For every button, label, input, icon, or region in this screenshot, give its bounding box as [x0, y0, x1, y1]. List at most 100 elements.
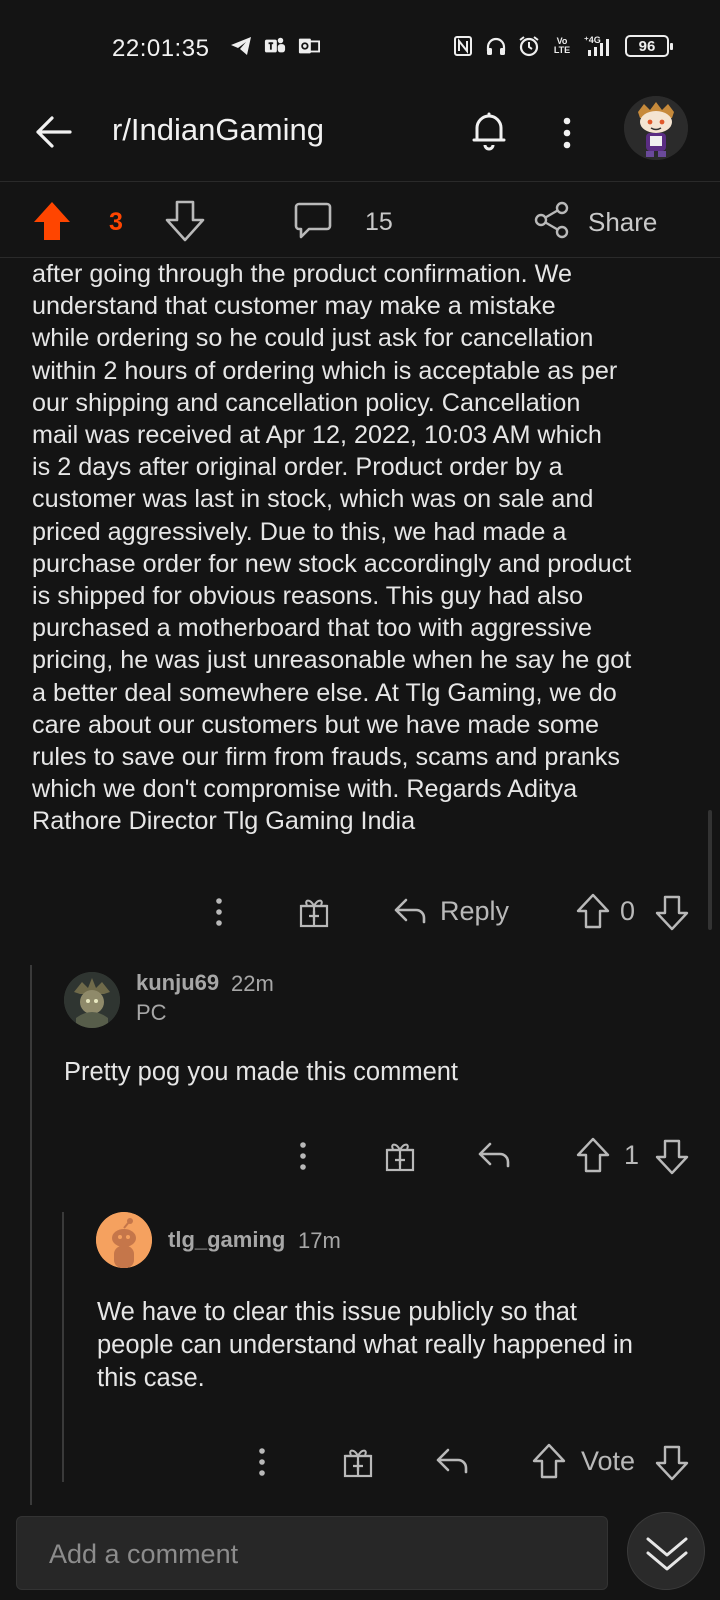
back-arrow-icon	[36, 116, 72, 148]
post-downvote-button[interactable]	[165, 200, 205, 242]
reply-arrow-icon	[478, 1142, 510, 1168]
reply-time: 22m	[231, 971, 274, 996]
reply-time: 17m	[298, 1228, 341, 1253]
comment-line: purchase order for new stock accordingly…	[32, 549, 632, 578]
gift-icon	[343, 1449, 373, 1478]
downvote-icon	[655, 1445, 689, 1481]
comment-line: which we don't compromise with. Regards …	[32, 775, 578, 804]
nfc-icon	[452, 35, 474, 57]
upvote-icon	[576, 893, 610, 929]
comment-more-button[interactable]	[204, 892, 234, 932]
comment-line: care about our customers but we have mad…	[32, 710, 600, 739]
vote-label: Vote	[581, 1445, 636, 1476]
downvote-icon	[655, 895, 689, 931]
more-vertical-icon	[300, 1142, 306, 1170]
reply-body: Pretty pog you made this comment	[64, 1056, 458, 1089]
comment-line: customer was last in stock, which was on…	[32, 485, 594, 514]
reply-body: We have to clear this issue publicly so …	[97, 1296, 633, 1395]
reply-text: We have to clear this issue publicly so …	[97, 1298, 578, 1326]
comment-count: 15	[365, 208, 393, 236]
headphones-icon	[485, 35, 507, 57]
reply-arrow-icon	[436, 1448, 468, 1474]
comment-line: purchased a motherboard that too with ag…	[32, 614, 593, 643]
comment-line: mail was received at Apr 12, 2022, 10:03…	[32, 421, 602, 450]
reply-username[interactable]: tlg_gaming	[168, 1227, 285, 1253]
reply-more-button[interactable]	[247, 1442, 277, 1482]
subreddit-title[interactable]: r/IndianGaming	[112, 112, 324, 148]
award-button[interactable]	[340, 1444, 376, 1480]
reply-downvote-button[interactable]	[655, 1138, 689, 1176]
gift-icon	[385, 1143, 415, 1172]
avatar[interactable]	[64, 972, 120, 1028]
comment-line: is shipped for obvious reasons. This guy…	[32, 582, 584, 611]
bottom-comment-bar: Add a comment	[0, 1506, 720, 1600]
comment-line: Rathore Director Tlg Gaming India	[32, 807, 416, 836]
collapse-comments-button[interactable]	[627, 1512, 705, 1590]
upvote-icon	[532, 1443, 566, 1479]
share-icon	[534, 201, 569, 239]
thread-line	[62, 1212, 64, 1482]
status-left-icons	[230, 35, 320, 57]
downvote-icon	[165, 200, 205, 242]
comments-button[interactable]	[293, 200, 333, 240]
user-avatar[interactable]	[624, 96, 688, 160]
comment-line: after going through the product confirma…	[32, 260, 572, 288]
award-button[interactable]	[296, 894, 332, 930]
comment-line: understand that customer may make a mist…	[32, 292, 556, 321]
double-chevron-down-icon	[646, 1537, 688, 1571]
status-time: 22:01:35	[112, 35, 210, 62]
more-options-button[interactable]	[552, 108, 582, 156]
user-flair: PC	[136, 1000, 167, 1025]
post-score: 3	[109, 208, 123, 236]
reply-button[interactable]	[476, 1138, 512, 1172]
reply-text: Pretty pog you made this comment	[64, 1058, 459, 1086]
reply-upvote-button[interactable]	[532, 1442, 566, 1480]
share-button[interactable]	[532, 200, 572, 240]
reply-downvote-button[interactable]	[655, 1444, 689, 1482]
reply-text: people can understand what really happen…	[97, 1331, 633, 1359]
status-right-icons: Vo LTE ⁺4G 96	[452, 35, 673, 57]
back-button[interactable]	[30, 108, 78, 156]
upvote-filled-icon	[34, 202, 70, 240]
comment-line: rules to save our firm from frauds, scam…	[32, 743, 620, 772]
post-action-bar: 3 15 Share	[0, 182, 720, 258]
add-comment-placeholder: Add a comment	[49, 1539, 239, 1569]
volte-icon: Vo LTE	[553, 36, 571, 55]
reply-label[interactable]: Reply	[440, 894, 509, 928]
add-comment-input[interactable]: Add a comment	[16, 1516, 608, 1590]
more-vertical-icon	[216, 898, 222, 926]
4g-signal-icon: ⁺4G	[584, 35, 614, 57]
comment-line: priced aggressively. Due to this, we had…	[32, 517, 567, 546]
downvote-icon	[655, 1139, 689, 1175]
award-button[interactable]	[382, 1138, 418, 1174]
more-vertical-icon	[259, 1448, 265, 1476]
snoo-avatar-icon	[624, 96, 688, 160]
comment-icon	[294, 202, 332, 239]
comment-line: a better deal somewhere else. At Tlg Gam…	[32, 678, 617, 707]
comment-downvote-button[interactable]	[655, 894, 689, 932]
reply-button[interactable]	[392, 894, 428, 928]
teams-icon	[264, 35, 286, 57]
reply-button[interactable]	[434, 1444, 470, 1478]
notification-button[interactable]	[465, 106, 513, 154]
comment-upvote-button[interactable]	[576, 892, 610, 930]
reply-score: 1	[624, 1139, 640, 1170]
reply-username[interactable]: kunju69	[136, 970, 219, 996]
reply-more-button[interactable]	[288, 1136, 318, 1176]
comment-body: after going through the product confirma…	[32, 258, 702, 838]
scrollbar[interactable]	[708, 810, 712, 930]
comment-line: while ordering so he could just ask for …	[32, 324, 594, 353]
status-bar: 22:01:35 Vo LTE ⁺4G 96	[0, 0, 720, 90]
share-label[interactable]: Share	[588, 207, 657, 238]
comment-line: our shipping and cancellation policy. Ca…	[32, 388, 581, 417]
comment-line: pricing, he was just unreasonable when h…	[32, 646, 632, 675]
comment-score: 0	[620, 895, 636, 926]
comment-line: is 2 days after original order. Product …	[32, 453, 563, 482]
alarm-icon	[518, 35, 540, 57]
post-upvote-button[interactable]	[32, 200, 72, 242]
reply-upvote-button[interactable]	[576, 1136, 610, 1174]
reply-text: this case.	[97, 1364, 205, 1392]
thread-line	[30, 965, 32, 1505]
upvote-icon	[576, 1137, 610, 1173]
avatar[interactable]	[96, 1212, 152, 1268]
